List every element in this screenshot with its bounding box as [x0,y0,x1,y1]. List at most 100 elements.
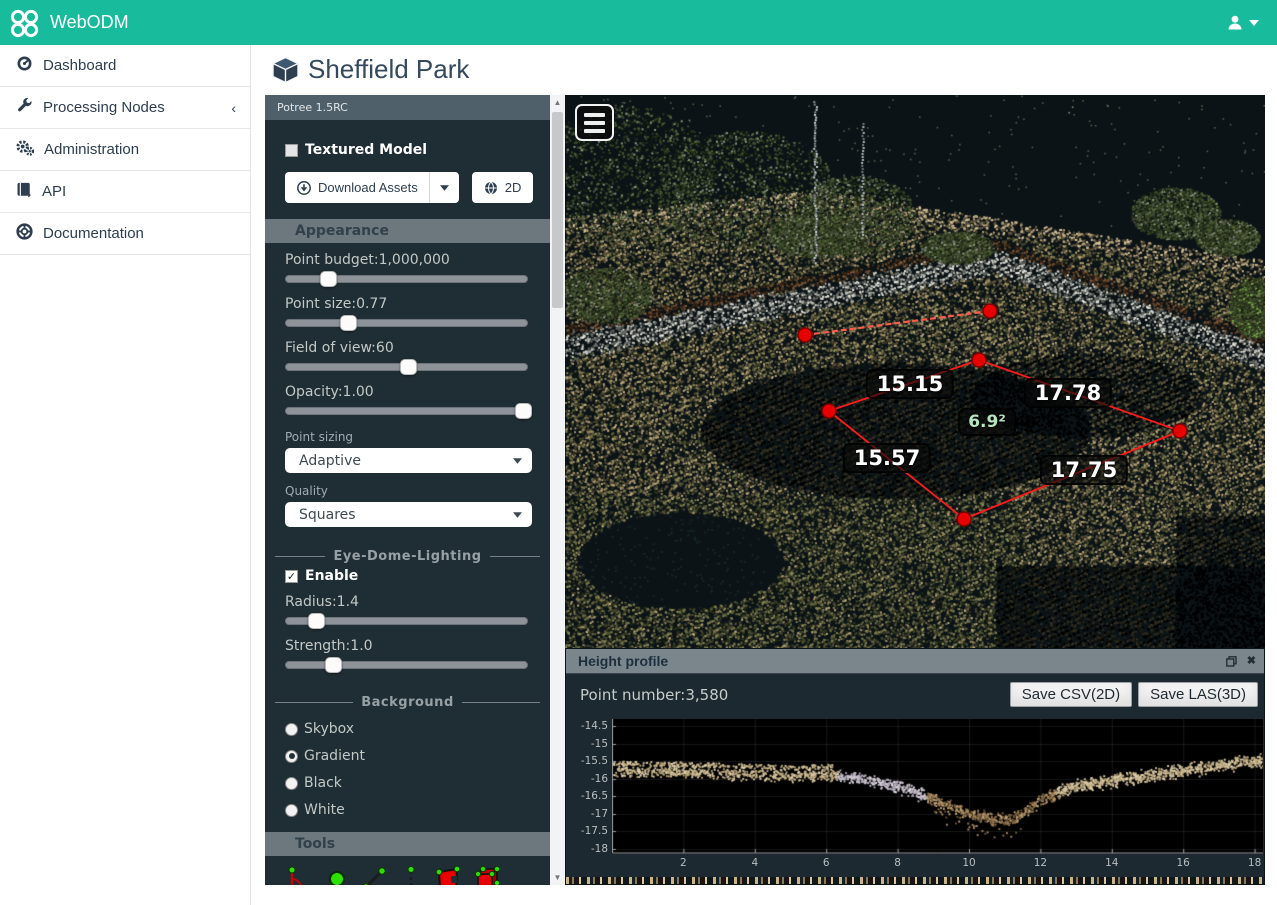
appearance-section-header: Appearance [265,219,550,243]
point-size-slider[interactable] [285,315,532,331]
measurement-vertex-handle[interactable] [798,328,812,342]
point-sizing-select[interactable]: Adaptive [285,448,532,473]
slider-handle[interactable] [320,271,337,287]
edl-strength-label: Strength:1.0 [285,638,534,654]
point-measurement-icon[interactable] [322,864,352,885]
opacity-control: Opacity:1.00 [285,384,534,419]
area-measurement-icon[interactable] [433,864,463,885]
height-profile-chart[interactable] [612,719,1263,854]
angle-measurement-icon[interactable] [285,864,315,885]
webodm-brand[interactable]: WebODM [8,7,129,39]
y-axis-tick-label: -16.5 [581,790,608,802]
slider-handle[interactable] [340,315,357,331]
save-las-button[interactable]: Save LAS(3D) [1138,682,1258,707]
point-sizing-label: Point sizing [285,430,534,444]
profile-point-strip [566,877,1264,884]
background-option-white[interactable]: White [285,802,534,818]
panel-scrollbar[interactable]: ▲ ▼ [550,95,565,885]
download-assets-dropdown-button[interactable] [430,172,459,203]
lifering-icon [16,223,33,244]
slider-handle[interactable] [308,613,325,629]
sidebar-item-administration[interactable]: Administration [0,129,250,171]
radio-button[interactable] [285,750,298,763]
field-of-view-slider[interactable] [285,359,532,375]
y-axis-tick-label: -16 [591,773,608,785]
distance-measurement-icon[interactable] [359,864,389,885]
sidebar-item-processing-nodes[interactable]: Processing Nodes‹ [0,87,250,129]
download-assets-label: Download Assets [318,180,418,195]
opacity-label: Opacity:1.00 [285,384,534,400]
caret-down-icon [440,185,449,191]
close-panel-icon[interactable]: ✖ [1247,656,1256,667]
measurement-vertex-handle[interactable] [972,353,986,367]
caret-down-icon [513,512,522,518]
view-2d-button[interactable]: 2D [472,172,534,203]
slider-track[interactable] [285,407,528,415]
selected-value: Adaptive [299,453,361,469]
project-title-text: Sheffield Park [308,54,469,85]
edl-enable-checkbox[interactable]: ✓ Enable [285,568,534,584]
sidebar-item-api[interactable]: API [0,171,250,213]
potree-sidebar-panel: Potree 1.5RC Textured Model Download Ass… [265,95,550,885]
slider-track[interactable] [285,319,528,327]
y-axis-tick-label: -17 [591,808,608,820]
height-profile-titlebar[interactable]: Height profile ✖ [566,649,1264,674]
collapse-chevron-icon[interactable]: ‹ [231,100,236,116]
height-measurement-icon[interactable] [396,864,426,885]
gears-icon [16,139,34,160]
slider-handle[interactable] [400,359,417,375]
sidebar-item-label: Dashboard [43,57,236,74]
checkbox-box[interactable] [285,144,298,157]
edl-radius-slider[interactable] [285,613,532,629]
viewer-menu-toggle-button[interactable] [575,104,614,141]
measurement-vertex-handle[interactable] [983,304,997,318]
volume-measurement-icon[interactable] [470,864,500,885]
scrollbar-thumb[interactable] [552,112,563,308]
point-budget-label: Point budget:1,000,000 [285,252,534,268]
y-axis-tick-label: -14.5 [581,720,608,732]
measurement-vertex-handle[interactable] [822,404,836,418]
slider-track[interactable] [285,661,528,669]
textured-model-checkbox[interactable]: Textured Model [285,142,534,158]
selected-value: Squares [299,507,356,523]
sidebar: Dashboard Processing Nodes‹ Administrati… [0,45,251,905]
webodm-logo-icon [8,7,40,39]
user-menu[interactable] [1227,15,1259,30]
slider-handle[interactable] [515,403,532,419]
sidebar-item-documentation[interactable]: Documentation [0,213,250,255]
download-assets-button[interactable]: Download Assets [285,172,430,203]
point-budget-control: Point budget:1,000,000 [285,252,534,287]
radio-button[interactable] [285,804,298,817]
sidebar-item-dashboard[interactable]: Dashboard [0,45,250,87]
opacity-slider[interactable] [285,403,532,419]
measurement-vertex-handle[interactable] [957,512,971,526]
edl-radius-label: Radius:1.4 [285,594,534,610]
radio-button[interactable] [285,723,298,736]
page-title: Sheffield Park [272,54,469,85]
radio-button[interactable] [285,777,298,790]
x-axis-tick-label: 10 [962,857,975,869]
background-option-gradient[interactable]: Gradient [285,748,534,764]
checkbox-box[interactable]: ✓ [285,570,298,583]
save-csv-button[interactable]: Save CSV(2D) [1010,682,1132,707]
scroll-up-icon[interactable]: ▲ [554,95,562,110]
edl-strength-slider[interactable] [285,657,532,673]
point-cloud-viewport[interactable]: 15.1517.7815.5717.756.9² [565,95,1265,648]
quality-label: Quality [285,484,534,498]
measurement-vertex-handle[interactable] [1173,424,1187,438]
point-budget-slider[interactable] [285,271,532,287]
profile-chart-canvas[interactable] [612,719,1263,854]
download-icon [297,181,311,195]
brand-label: WebODM [50,12,129,33]
restore-window-icon[interactable] [1226,656,1237,667]
quality-select[interactable]: Squares [285,502,532,527]
background-option-black[interactable]: Black [285,775,534,791]
scroll-down-icon[interactable]: ▼ [554,870,562,885]
slider-handle[interactable] [325,657,342,673]
edl-radius-control: Radius:1.4 [285,594,534,629]
user-icon [1227,15,1243,30]
potree-version-label: Potree 1.5RC [265,95,550,120]
x-axis-tick-label: 2 [680,857,687,869]
point-size-label: Point size:0.77 [285,296,534,312]
background-option-skybox[interactable]: Skybox [285,721,534,737]
